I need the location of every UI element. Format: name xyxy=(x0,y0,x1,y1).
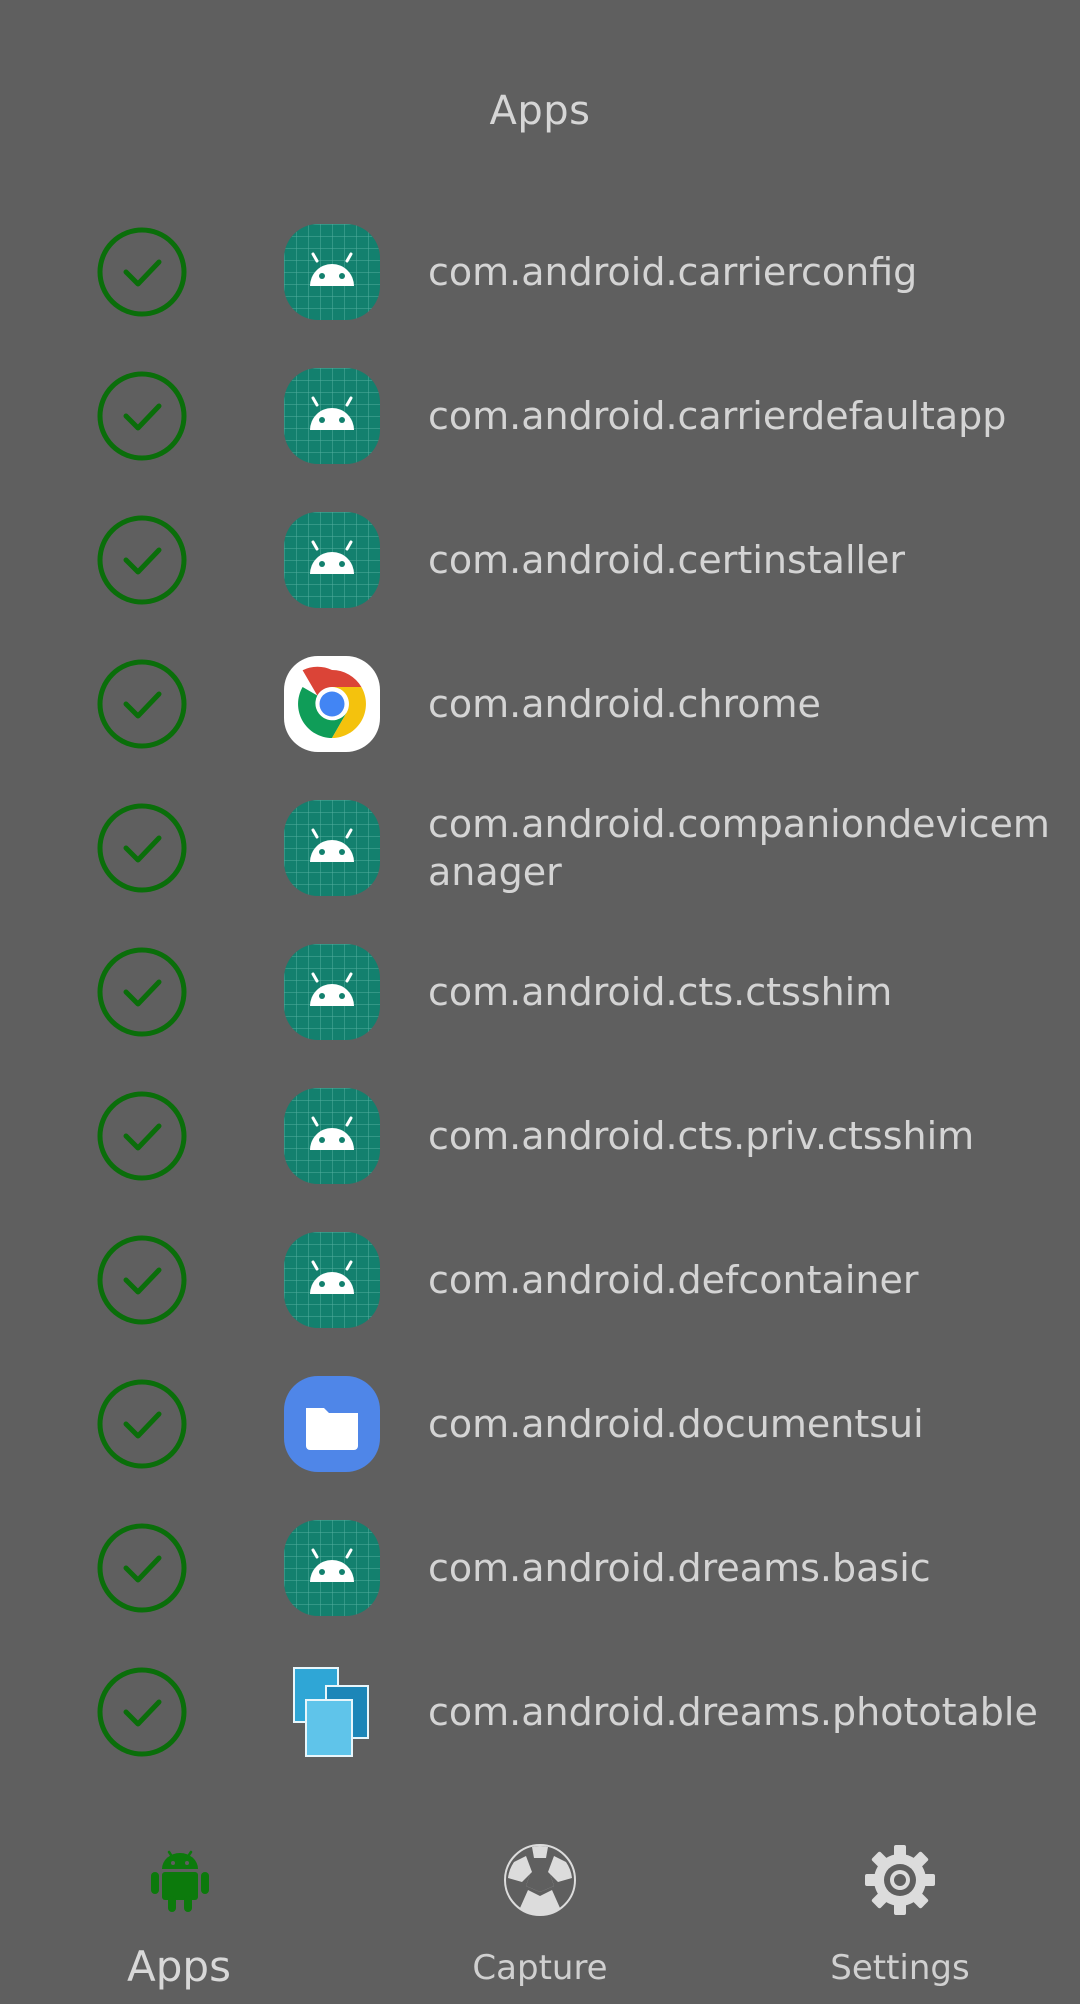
app-list-item[interactable]: com.android.dreams.basic xyxy=(0,1496,1080,1640)
nav-label-capture: Capture xyxy=(472,1948,608,1988)
bottom-navigation: Apps Capture Settings xyxy=(0,1830,1080,2004)
android-icon xyxy=(284,512,380,608)
app-list: com.android.carrierconfig com.android.car… xyxy=(0,200,1080,1784)
nav-tab-apps[interactable]: Apps xyxy=(0,1830,360,2004)
checkmark-circle-icon[interactable] xyxy=(96,514,188,606)
files-folder-icon xyxy=(284,1376,380,1472)
nav-tab-capture[interactable]: Capture xyxy=(360,1830,720,2004)
app-list-item[interactable]: com.android.dreams.phototable xyxy=(0,1640,1080,1784)
app-list-item[interactable]: com.android.companiondevicemanager xyxy=(0,776,1080,920)
android-icon xyxy=(284,224,380,320)
app-package-name: com.android.dreams.phototable xyxy=(428,1690,1038,1734)
capture-icon xyxy=(502,1842,578,1918)
checkmark-circle-icon[interactable] xyxy=(96,1234,188,1326)
checkmark-circle-icon[interactable] xyxy=(96,658,188,750)
android-icon xyxy=(284,800,380,896)
nav-label-apps: Apps xyxy=(127,1942,231,1991)
app-package-name: com.android.cts.ctsshim xyxy=(428,970,893,1014)
android-icon xyxy=(284,1520,380,1616)
chrome-icon xyxy=(284,656,380,752)
checkmark-circle-icon[interactable] xyxy=(96,1378,188,1470)
checkmark-circle-icon[interactable] xyxy=(96,370,188,462)
android-icon xyxy=(284,1088,380,1184)
android-icon xyxy=(284,944,380,1040)
checkmark-circle-icon[interactable] xyxy=(96,946,188,1038)
nav-tab-settings[interactable]: Settings xyxy=(720,1830,1080,2004)
app-list-item[interactable]: com.android.cts.ctsshim xyxy=(0,920,1080,1064)
checkmark-circle-icon[interactable] xyxy=(96,1666,188,1758)
android-robot-icon xyxy=(142,1842,218,1918)
page-title: Apps xyxy=(489,88,591,134)
checkmark-circle-icon[interactable] xyxy=(96,1522,188,1614)
app-package-name: com.android.documentsui xyxy=(428,1402,924,1446)
android-icon xyxy=(284,1232,380,1328)
app-list-item[interactable]: com.android.documentsui xyxy=(0,1352,1080,1496)
app-package-name: com.android.carrierdefaultapp xyxy=(428,394,1007,438)
app-list-item[interactable]: com.android.chrome xyxy=(0,632,1080,776)
checkmark-circle-icon[interactable] xyxy=(96,226,188,318)
app-package-name: com.android.chrome xyxy=(428,682,821,726)
app-list-item[interactable]: com.android.carrierdefaultapp xyxy=(0,344,1080,488)
checkmark-circle-icon[interactable] xyxy=(96,1090,188,1182)
android-icon xyxy=(284,368,380,464)
app-package-name: com.android.companiondevicemanager xyxy=(428,802,1050,894)
app-package-name: com.android.cts.priv.ctsshim xyxy=(428,1114,975,1158)
app-package-name: com.android.certinstaller xyxy=(428,538,906,582)
app-list-item[interactable]: com.android.certinstaller xyxy=(0,488,1080,632)
photo-table-icon xyxy=(284,1664,380,1760)
app-list-item[interactable]: com.android.defcontainer xyxy=(0,1208,1080,1352)
app-package-name: com.android.defcontainer xyxy=(428,1258,919,1302)
app-package-name: com.android.dreams.basic xyxy=(428,1546,931,1590)
app-list-item[interactable]: com.android.carrierconfig xyxy=(0,200,1080,344)
app-package-name: com.android.carrierconfig xyxy=(428,250,918,294)
checkmark-circle-icon[interactable] xyxy=(96,802,188,894)
gear-icon xyxy=(862,1842,938,1918)
nav-label-settings: Settings xyxy=(830,1948,970,1988)
app-list-item[interactable]: com.android.cts.priv.ctsshim xyxy=(0,1064,1080,1208)
